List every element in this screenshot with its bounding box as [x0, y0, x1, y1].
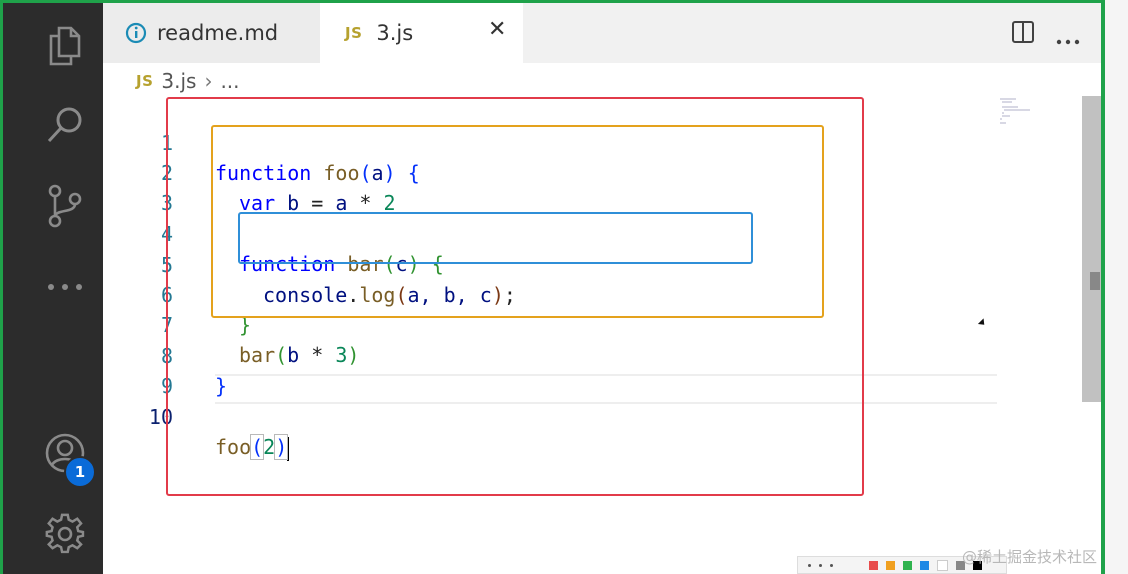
tab-3js[interactable]: JS 3.js ✕: [320, 3, 523, 63]
more-icon[interactable]: [39, 261, 91, 313]
toolbar-dot[interactable]: [830, 563, 833, 567]
tab-bar: readme.md JS 3.js ✕: [103, 3, 1101, 63]
breadcrumb: JS 3.js › ...: [136, 66, 240, 96]
tab-readme[interactable]: readme.md: [103, 3, 320, 63]
breadcrumb-rest[interactable]: ...: [220, 69, 239, 93]
color-swatch-blue[interactable]: [920, 560, 929, 570]
toolbar-dot[interactable]: [808, 563, 811, 567]
js-file-icon: JS: [345, 24, 363, 42]
more-actions-icon[interactable]: [1056, 30, 1080, 49]
activity-bar: 1: [3, 3, 103, 574]
scope-box-bar: [238, 212, 753, 264]
settings-gear-icon[interactable]: [39, 508, 91, 560]
outer-margin: [1105, 0, 1128, 574]
color-swatch-green[interactable]: [903, 560, 912, 570]
vertical-scrollbar[interactable]: [1082, 96, 1101, 402]
search-icon[interactable]: [39, 98, 91, 150]
tab-label: readme.md: [157, 21, 279, 45]
breadcrumb-file[interactable]: 3.js: [161, 69, 196, 93]
breadcrumb-js-icon: JS: [136, 72, 154, 90]
explorer-icon[interactable]: [39, 20, 91, 72]
toolbar-dot[interactable]: [819, 563, 822, 567]
color-swatch-orange[interactable]: [886, 560, 895, 570]
accounts-badge: 1: [64, 456, 96, 488]
close-icon[interactable]: ✕: [488, 17, 506, 42]
color-swatch-white[interactable]: [937, 559, 948, 571]
scrollbar-cursor-marker: [1090, 272, 1100, 290]
source-control-icon[interactable]: [39, 180, 91, 232]
watermark: @稀土掘金技术社区: [962, 548, 1098, 566]
breadcrumb-separator-icon: ›: [204, 69, 213, 93]
split-editor-icon[interactable]: [1011, 20, 1035, 48]
tab-label: 3.js: [376, 21, 414, 45]
info-icon: [125, 22, 147, 44]
color-swatch-red[interactable]: [869, 560, 878, 570]
minimap[interactable]: [1000, 98, 1040, 124]
